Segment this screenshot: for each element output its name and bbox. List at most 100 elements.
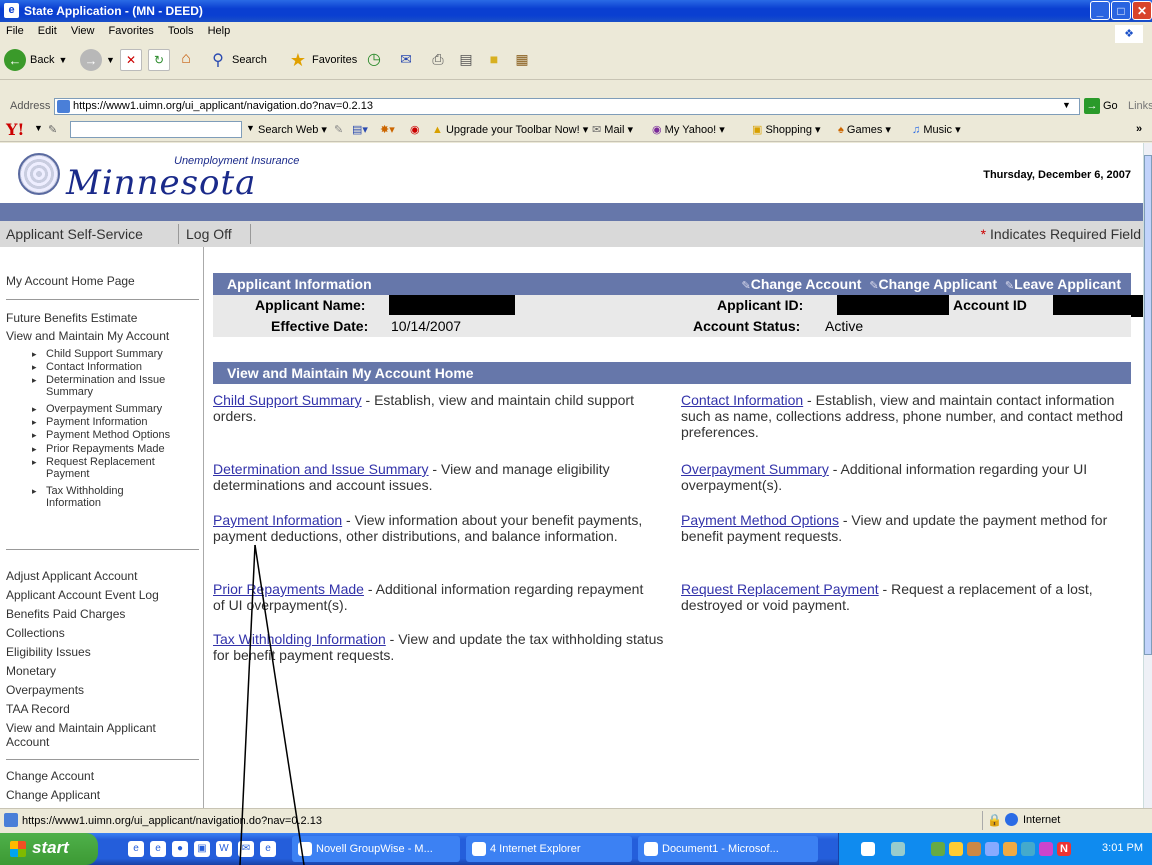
tray-app5-icon[interactable]: [1021, 842, 1035, 856]
menu-help[interactable]: Help: [208, 25, 231, 37]
antispy-icon[interactable]: ✸▾: [380, 123, 395, 136]
tray-app6-icon[interactable]: [1039, 842, 1053, 856]
folder-icon[interactable]: ■: [484, 49, 504, 69]
nav-eligibility-link[interactable]: Eligibility Issues: [6, 645, 91, 659]
mail-button[interactable]: ✉ Mail ▾: [592, 123, 633, 136]
menu-tools[interactable]: Tools: [168, 25, 194, 37]
payment-info-link[interactable]: Payment Information: [213, 512, 342, 528]
go-button[interactable]: → Go: [1084, 98, 1118, 114]
quicklaunch-app-icon[interactable]: ●: [172, 841, 188, 857]
nav-change-applicant-link[interactable]: Change Applicant: [6, 788, 100, 802]
scrollbar-thumb[interactable]: [1144, 155, 1152, 655]
minimize-button[interactable]: _: [1090, 1, 1110, 20]
nav-sub-prior-repayments[interactable]: Prior Repayments Made: [32, 443, 165, 455]
quicklaunch-ie-icon[interactable]: e: [128, 841, 144, 857]
stop-icon[interactable]: ✕: [120, 49, 142, 71]
nav-sub-payment-info[interactable]: Payment Information: [32, 416, 147, 428]
nav-monetary-link[interactable]: Monetary: [6, 664, 56, 678]
tray-norton-icon[interactable]: N: [1057, 842, 1071, 856]
page-options-icon[interactable]: ▤▾: [352, 123, 368, 136]
replacement-payment-link[interactable]: Request Replacement Payment: [681, 581, 879, 597]
tray-app1-icon[interactable]: [931, 842, 945, 856]
quicklaunch-word-icon[interactable]: W: [216, 841, 232, 857]
nav-sub-child-support[interactable]: Child Support Summary: [32, 348, 163, 360]
nav-view-maintain-link[interactable]: View and Maintain My Account: [6, 329, 169, 343]
research-icon[interactable]: ▦: [512, 49, 532, 69]
child-support-link[interactable]: Child Support Summary: [213, 392, 362, 408]
search-web-button[interactable]: Search Web ▾: [258, 123, 327, 136]
quicklaunch-browser-icon[interactable]: e: [150, 841, 166, 857]
tax-withholding-link[interactable]: Tax Withholding Information: [213, 631, 386, 647]
determination-link[interactable]: Determination and Issue Summary: [213, 461, 429, 477]
mail-icon[interactable]: ✉: [396, 49, 416, 69]
task-groupwise[interactable]: Novell GroupWise - M...: [292, 836, 460, 862]
favorites-button[interactable]: ★ Favorites: [288, 49, 357, 71]
menu-file[interactable]: File: [6, 25, 24, 37]
nav-adjust-account-link[interactable]: Adjust Applicant Account: [6, 569, 137, 583]
tray-shield-icon[interactable]: [949, 842, 963, 856]
change-applicant-link[interactable]: Change Applicant: [869, 276, 997, 292]
prior-repayments-link[interactable]: Prior Repayments Made: [213, 581, 364, 597]
highlight-icon[interactable]: ✎: [334, 123, 343, 136]
maximize-button[interactable]: □: [1111, 1, 1131, 20]
links-label[interactable]: Links: [1128, 100, 1152, 112]
nav-taa-record-link[interactable]: TAA Record: [6, 702, 70, 716]
nav-future-benefits-link[interactable]: Future Benefits Estimate: [6, 311, 137, 325]
edit-icon[interactable]: ▤: [456, 49, 476, 69]
nav-sub-replacement-payment[interactable]: Request Replacement Payment: [32, 456, 186, 480]
music-button[interactable]: ♫ Music ▾: [912, 123, 961, 136]
self-service-link[interactable]: Applicant Self-Service: [6, 226, 143, 242]
payment-method-link[interactable]: Payment Method Options: [681, 512, 839, 528]
nav-overpayments-link[interactable]: Overpayments: [6, 683, 84, 697]
leave-applicant-link[interactable]: Leave Applicant: [1005, 276, 1121, 292]
nav-collections-link[interactable]: Collections: [6, 626, 65, 640]
nav-home-link[interactable]: My Account Home Page: [6, 274, 135, 288]
nav-sub-determination[interactable]: Determination and Issue Summary: [32, 374, 196, 398]
address-dropdown-icon[interactable]: ▼: [1062, 100, 1071, 110]
start-button[interactable]: start: [0, 833, 98, 865]
close-button[interactable]: ✕: [1132, 1, 1152, 20]
log-off-link[interactable]: Log Off: [186, 226, 232, 242]
overpayment-link[interactable]: Overpayment Summary: [681, 461, 829, 477]
print-icon[interactable]: ⎙: [428, 49, 448, 69]
yahoo-search-input[interactable]: [70, 121, 242, 138]
contact-info-link[interactable]: Contact Information: [681, 392, 803, 408]
vertical-scrollbar[interactable]: [1143, 143, 1152, 808]
popup-blocker-icon[interactable]: ◉: [410, 123, 420, 136]
refresh-icon[interactable]: ↻: [148, 49, 170, 71]
dropdown-arrow-icon[interactable]: ▼: [34, 123, 43, 133]
tray-network-icon[interactable]: [891, 842, 905, 856]
task-internet-explorer[interactable]: 4 Internet Explorer: [466, 836, 632, 862]
back-button[interactable]: ← Back ▼: [4, 49, 67, 71]
home-icon[interactable]: ⌂: [176, 49, 196, 69]
tray-app2-icon[interactable]: [967, 842, 981, 856]
nav-event-log-link[interactable]: Applicant Account Event Log: [6, 588, 159, 602]
forward-button[interactable]: → ▼: [80, 49, 115, 71]
toolbar-overflow-icon[interactable]: »: [1136, 123, 1142, 135]
menu-edit[interactable]: Edit: [38, 25, 57, 37]
menu-favorites[interactable]: Favorites: [109, 25, 154, 37]
nav-sub-tax-withholding[interactable]: Tax Withholding Information: [32, 485, 166, 509]
quicklaunch-desktop-icon[interactable]: ▣: [194, 841, 210, 857]
tray-app4-icon[interactable]: [1003, 842, 1017, 856]
menu-view[interactable]: View: [71, 25, 95, 37]
quicklaunch-ie2-icon[interactable]: e: [260, 841, 276, 857]
pencil-icon[interactable]: ✎: [48, 123, 57, 136]
nav-sub-contact-info[interactable]: Contact Information: [32, 361, 142, 373]
nav-view-maintain-applicant-link[interactable]: View and Maintain Applicant Account: [6, 721, 196, 749]
tray-pen-icon[interactable]: [861, 842, 875, 856]
nav-sub-payment-method[interactable]: Payment Method Options: [32, 429, 170, 441]
nav-sub-overpayment[interactable]: Overpayment Summary: [32, 403, 162, 415]
change-account-link[interactable]: Change Account: [741, 276, 861, 292]
nav-change-account-link[interactable]: Change Account: [6, 769, 94, 783]
nav-benefits-paid-link[interactable]: Benefits Paid Charges: [6, 607, 125, 621]
tray-app3-icon[interactable]: [985, 842, 999, 856]
my-yahoo-button[interactable]: ◉ My Yahoo! ▾: [652, 123, 725, 136]
yahoo-logo-icon[interactable]: Y!: [6, 120, 24, 139]
search-button[interactable]: ⚲ Search: [208, 49, 267, 71]
games-button[interactable]: ♠ Games ▾: [838, 123, 891, 136]
address-input[interactable]: https://www1.uimn.org/ui_applicant/navig…: [54, 98, 1080, 115]
upgrade-toolbar-button[interactable]: ▲ Upgrade your Toolbar Now! ▾: [432, 123, 588, 136]
quicklaunch-mail-icon[interactable]: ✉: [238, 841, 254, 857]
task-document1[interactable]: Document1 - Microsof...: [638, 836, 818, 862]
